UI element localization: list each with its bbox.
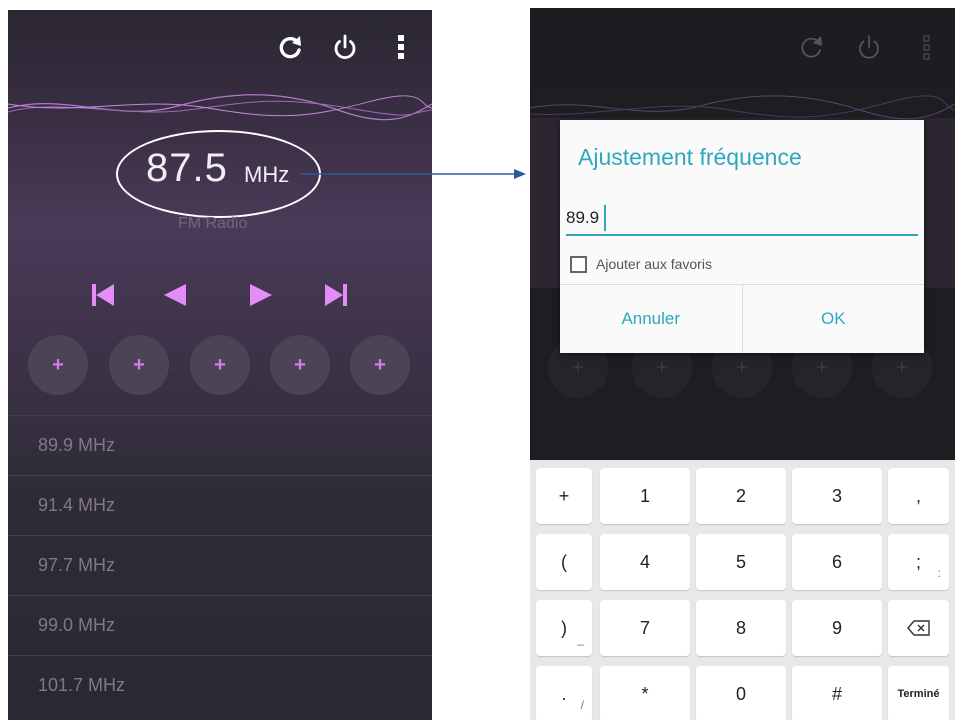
top-bar (530, 8, 955, 88)
more-options-icon[interactable] (388, 30, 414, 64)
key-plus[interactable]: + (536, 468, 592, 524)
fm-radio-screen: 87.5 MHz FM Radio + + + + + 89.9 MHz 91.… (8, 10, 432, 720)
frequency-dialog-screen: + + + + + Ajustement fréquence Ajouter a… (530, 8, 955, 720)
key-hash[interactable]: # (792, 666, 882, 720)
keyboard-row: + 1 2 3 , (530, 468, 955, 528)
dialog-buttons: Annuler OK (560, 284, 924, 353)
key-open-paren[interactable]: ( (536, 534, 592, 590)
key-period[interactable]: . / (536, 666, 592, 720)
cancel-button[interactable]: Annuler (560, 285, 743, 353)
key-0[interactable]: 0 (696, 666, 786, 720)
key-6[interactable]: 6 (792, 534, 882, 590)
station-item[interactable]: 97.7 MHz (8, 535, 432, 595)
key-sub-label: _ (577, 632, 584, 646)
key-9[interactable]: 9 (792, 600, 882, 656)
keyboard-row: ( 4 5 6 ; : (530, 534, 955, 594)
power-icon[interactable] (852, 30, 886, 64)
seek-forward-icon[interactable] (246, 280, 276, 310)
callout-arrow (300, 169, 526, 179)
key-sub-label: : (937, 566, 941, 580)
key-main-label: ) (561, 617, 567, 638)
key-2[interactable]: 2 (696, 468, 786, 524)
keyboard-row: ) _ 7 8 9 (530, 600, 955, 660)
text-caret (604, 205, 606, 231)
key-7[interactable]: 7 (600, 600, 690, 656)
add-favorite-button[interactable]: + (109, 335, 169, 395)
seek-backward-icon[interactable] (160, 280, 190, 310)
key-comma[interactable]: , (888, 468, 949, 524)
add-favorite-button[interactable]: + (350, 335, 410, 395)
band-label: FM Radio (178, 215, 248, 232)
key-3[interactable]: 3 (792, 468, 882, 524)
key-main-label: . (561, 683, 567, 704)
add-favorite-button[interactable]: + (190, 335, 250, 395)
top-bar (8, 10, 432, 86)
add-favorite-button[interactable]: + (28, 335, 88, 395)
key-main-label: ; (915, 551, 921, 572)
refresh-icon[interactable] (794, 30, 828, 64)
station-item[interactable]: 91.4 MHz (8, 475, 432, 535)
key-sub-label: / (580, 698, 584, 712)
key-asterisk[interactable]: * (600, 666, 690, 720)
numeric-keyboard: + 1 2 3 , ( 4 5 6 ; : ) _ 7 8 9 . / * 0 … (530, 460, 955, 720)
frequency-wave-graphic (8, 94, 432, 121)
add-to-favorites-label: Ajouter aux favoris (596, 256, 712, 272)
key-4[interactable]: 4 (600, 534, 690, 590)
key-semicolon[interactable]: ; : (888, 534, 949, 590)
previous-station-icon[interactable] (88, 280, 118, 310)
done-key[interactable]: Terminé (888, 666, 949, 720)
frequency-unit: MHz (244, 162, 290, 187)
more-options-icon[interactable] (914, 30, 940, 64)
frequency-adjust-dialog: Ajustement fréquence Ajouter aux favoris… (560, 120, 924, 353)
ok-button[interactable]: OK (743, 285, 925, 353)
station-item[interactable]: 89.9 MHz (8, 415, 432, 475)
frequency-value: 87.5 (146, 146, 228, 190)
station-item[interactable]: 101.7 MHz (8, 655, 432, 715)
next-station-icon[interactable] (321, 280, 351, 310)
power-icon[interactable] (328, 30, 362, 64)
key-5[interactable]: 5 (696, 534, 786, 590)
backspace-icon (906, 620, 930, 636)
station-list: 89.9 MHz 91.4 MHz 97.7 MHz 99.0 MHz 101.… (8, 415, 432, 715)
key-8[interactable]: 8 (696, 600, 786, 656)
dialog-title: Ajustement fréquence (578, 144, 802, 170)
backspace-key[interactable] (888, 600, 949, 656)
current-frequency[interactable]: 87.5 MHz (116, 130, 321, 218)
key-close-paren[interactable]: ) _ (536, 600, 592, 656)
station-item[interactable]: 99.0 MHz (8, 595, 432, 655)
refresh-icon[interactable] (273, 30, 307, 64)
key-1[interactable]: 1 (600, 468, 690, 524)
add-to-favorites-checkbox[interactable] (570, 256, 587, 273)
add-favorite-button[interactable]: + (270, 335, 330, 395)
frequency-input[interactable] (566, 202, 918, 236)
keyboard-row: . / * 0 # Terminé (530, 666, 955, 720)
